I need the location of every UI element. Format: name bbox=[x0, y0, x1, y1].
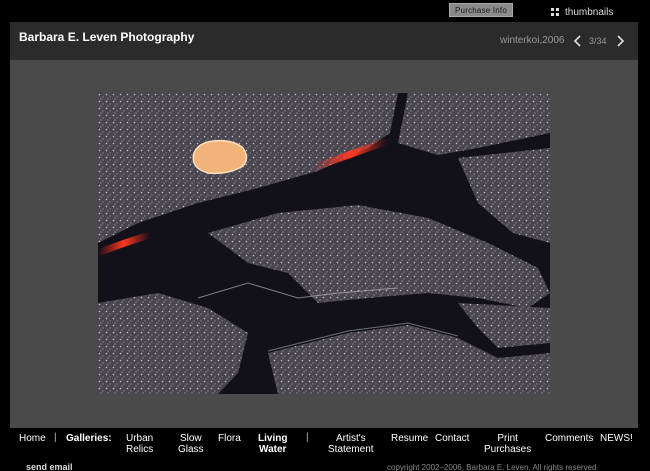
menu-separator: | bbox=[54, 432, 57, 443]
menu-label-line: Slow bbox=[179, 433, 202, 444]
menu-living-water[interactable]: Living Water bbox=[258, 433, 287, 455]
thumbnails-label: thumbnails bbox=[565, 6, 614, 18]
menu-label-line: Statement bbox=[328, 444, 374, 455]
menu-label-line: Artist's bbox=[335, 433, 366, 444]
menu-flora[interactable]: Flora bbox=[218, 433, 241, 444]
footer: send email copyright 2002–2006, Barbara … bbox=[0, 461, 650, 471]
menu-slow-glass[interactable]: Slow Glass bbox=[178, 433, 204, 455]
photo-counter: 3/34 bbox=[589, 36, 607, 46]
grid-icon bbox=[551, 8, 559, 16]
menu-artists-statement[interactable]: Artist's Statement bbox=[328, 433, 374, 455]
next-photo-button[interactable] bbox=[613, 33, 627, 49]
menu-galleries-label: Galleries: bbox=[66, 433, 112, 444]
main-photo[interactable] bbox=[98, 93, 550, 394]
chevron-left-icon bbox=[573, 35, 581, 47]
purchase-info-button[interactable]: Purchase Info bbox=[449, 3, 513, 17]
photo-title: winterkoi,2006 bbox=[500, 35, 565, 46]
photo-stage bbox=[10, 60, 638, 428]
menu-label-line: Purchases bbox=[484, 444, 532, 455]
previous-photo-button[interactable] bbox=[571, 33, 585, 49]
menu-news[interactable]: NEWS! bbox=[600, 433, 633, 444]
menu-urban-relics[interactable]: Urban Relics bbox=[126, 433, 153, 455]
chevron-right-icon bbox=[617, 35, 625, 47]
menu-resume[interactable]: Resume bbox=[391, 433, 428, 444]
menu-label-line: Print bbox=[497, 433, 518, 444]
menu-contact[interactable]: Contact bbox=[435, 433, 469, 444]
menu-separator: | bbox=[306, 432, 309, 443]
menu-label-line: Glass bbox=[178, 444, 204, 455]
thumbnails-link[interactable]: thumbnails bbox=[551, 5, 613, 19]
menu-label-line: Living bbox=[258, 433, 288, 444]
send-email-link[interactable]: send email bbox=[26, 462, 73, 471]
copyright-text: copyright 2002–2006, Barbara E. Leven. A… bbox=[387, 463, 597, 471]
site-title: Barbara E. Leven Photography bbox=[19, 30, 195, 44]
top-bar: Purchase Info thumbnails bbox=[0, 0, 650, 22]
menu-home[interactable]: Home bbox=[19, 433, 46, 444]
menu-label-line: Urban bbox=[126, 433, 154, 444]
menu-comments[interactable]: Comments bbox=[545, 433, 593, 444]
menu-label-line: Water bbox=[259, 444, 287, 455]
photo-image bbox=[98, 93, 550, 394]
menu-print-purchases[interactable]: Print Purchases bbox=[484, 433, 531, 455]
header-bar: Barbara E. Leven Photography winterkoi,2… bbox=[10, 22, 638, 60]
menu-label-line: Relics bbox=[126, 444, 154, 455]
main-menu: Home | Galleries: Urban Relics Slow Glas… bbox=[10, 428, 638, 461]
